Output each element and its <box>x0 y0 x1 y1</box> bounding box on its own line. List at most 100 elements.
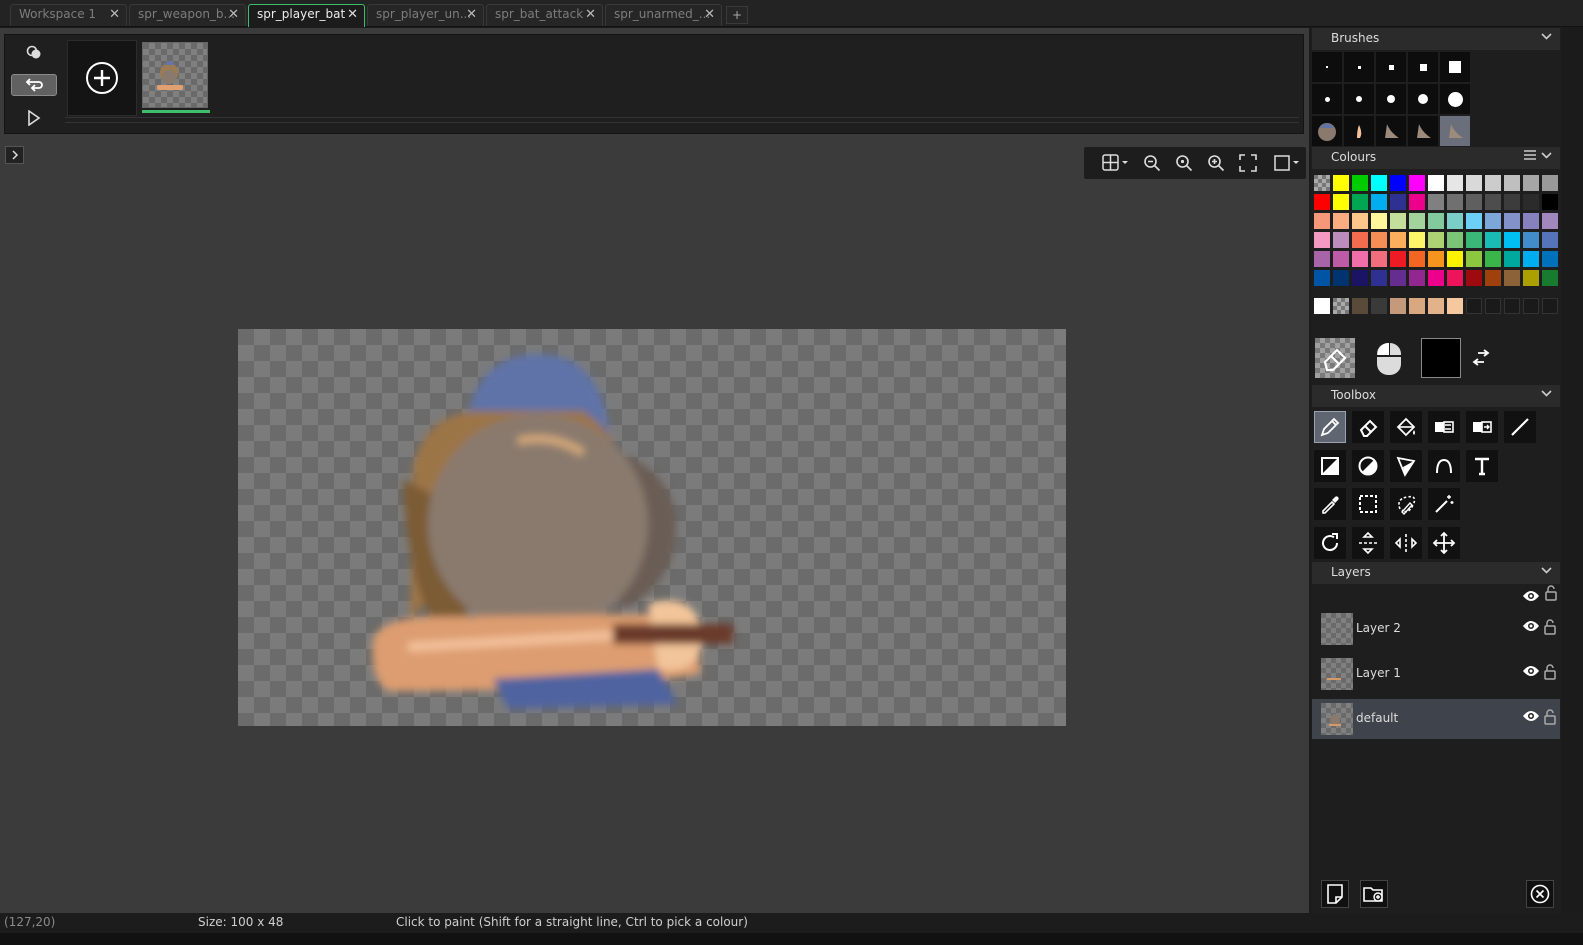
menu-icon[interactable] <box>1524 149 1536 163</box>
tab-spr-player-bat[interactable]: spr_player_bat ✕ <box>248 4 365 27</box>
custom-colour-swatch[interactable] <box>1485 298 1501 314</box>
close-icon[interactable]: ✕ <box>466 7 477 22</box>
zoom-out-button[interactable] <box>1140 153 1164 173</box>
eraser-tool[interactable] <box>1352 411 1384 443</box>
all-layers-lock[interactable] <box>1545 585 1557 605</box>
expand-panel-button[interactable] <box>5 146 24 164</box>
tab-spr-unarmed[interactable]: spr_unarmed_... ✕ <box>605 4 722 26</box>
rectangle-tool[interactable] <box>1314 450 1346 482</box>
colour-swatch[interactable] <box>1504 270 1520 286</box>
colour-swatch[interactable] <box>1409 232 1425 248</box>
zoom-reset-button[interactable] <box>1172 153 1196 173</box>
close-icon[interactable]: ✕ <box>109 7 120 22</box>
lock-icon[interactable] <box>1544 664 1556 683</box>
colour-swatch[interactable] <box>1428 232 1444 248</box>
chevron-down-icon[interactable] <box>1541 31 1552 44</box>
colour-swatch[interactable] <box>1466 213 1482 229</box>
brush-dot-4[interactable] <box>1408 52 1438 82</box>
colour-swatch[interactable] <box>1352 251 1368 267</box>
curve-tool[interactable] <box>1428 450 1460 482</box>
colour-swatch[interactable] <box>1371 232 1387 248</box>
colour-swatch[interactable] <box>1523 213 1539 229</box>
magic-wand-tool[interactable] <box>1428 488 1460 520</box>
loop-button[interactable] <box>11 74 57 96</box>
colour-swatch[interactable] <box>1333 251 1349 267</box>
colour-swatch[interactable] <box>1428 175 1444 191</box>
custom-colour-swatch[interactable] <box>1371 298 1387 314</box>
colour-swatch[interactable] <box>1485 213 1501 229</box>
colour-swatch[interactable] <box>1352 175 1368 191</box>
custom-colour-swatch[interactable] <box>1466 298 1482 314</box>
colour-swatch[interactable] <box>1542 251 1558 267</box>
colour-swatch[interactable] <box>1409 270 1425 286</box>
colour-swatch[interactable] <box>1447 213 1463 229</box>
fit-view-button[interactable] <box>1236 153 1260 173</box>
colour-swatch[interactable] <box>1466 232 1482 248</box>
foreground-colour-swatch[interactable] <box>1421 338 1461 378</box>
brushes-header[interactable]: Brushes <box>1312 28 1560 50</box>
close-icon[interactable]: ✕ <box>347 7 358 22</box>
colour-swatch[interactable] <box>1333 175 1349 191</box>
colour-swatch[interactable] <box>1504 175 1520 191</box>
flip-vertical-tool[interactable] <box>1352 527 1384 559</box>
colour-swatch[interactable] <box>1428 194 1444 210</box>
mouse-button-selector[interactable] <box>1373 342 1405 376</box>
line-tool[interactable] <box>1504 411 1536 443</box>
custom-colour-swatch[interactable] <box>1314 298 1330 314</box>
replace-colour-tool[interactable] <box>1428 411 1460 443</box>
brush-round-1[interactable] <box>1312 84 1342 114</box>
layer-row[interactable]: Layer 2 <box>1312 609 1560 649</box>
add-tab-button[interactable]: + <box>726 6 748 24</box>
layer-row[interactable]: Layer 1 <box>1312 654 1560 694</box>
custom-colour-swatch[interactable] <box>1333 298 1349 314</box>
colour-swatch[interactable] <box>1390 270 1406 286</box>
colour-swatch[interactable] <box>1447 194 1463 210</box>
rect-select-tool[interactable] <box>1352 488 1384 520</box>
brush-round-4[interactable] <box>1408 84 1438 114</box>
polygon-tool[interactable] <box>1390 450 1422 482</box>
swap-colour-tool[interactable] <box>1466 411 1498 443</box>
colour-swatch[interactable] <box>1409 251 1425 267</box>
eye-icon[interactable] <box>1522 620 1540 635</box>
colour-swatch[interactable] <box>1333 194 1349 210</box>
colour-swatch[interactable] <box>1447 270 1463 286</box>
close-icon[interactable]: ✕ <box>228 7 239 22</box>
custom-colour-swatch[interactable] <box>1409 298 1425 314</box>
colour-swatch[interactable] <box>1371 194 1387 210</box>
colour-swatch[interactable] <box>1390 251 1406 267</box>
chevron-down-icon[interactable] <box>1541 150 1552 163</box>
new-layer-folder-button[interactable] <box>1360 880 1388 908</box>
all-layers-visibility[interactable] <box>1522 587 1540 606</box>
new-layer-button[interactable] <box>1321 880 1349 908</box>
colour-swatch[interactable] <box>1542 194 1558 210</box>
colour-swatch[interactable] <box>1390 213 1406 229</box>
brush-custom-blade[interactable] <box>1344 116 1374 146</box>
add-frame-button[interactable] <box>67 40 137 116</box>
colour-swatch[interactable] <box>1314 194 1330 210</box>
colour-swatch[interactable] <box>1523 270 1539 286</box>
colour-swatch[interactable] <box>1371 213 1387 229</box>
colour-swatch[interactable] <box>1447 251 1463 267</box>
tab-spr-player-unarmed[interactable]: spr_player_un... ✕ <box>367 4 484 26</box>
brush-custom-shape-3[interactable] <box>1440 116 1470 146</box>
colour-swatch[interactable] <box>1428 213 1444 229</box>
brush-custom-sprite[interactable] <box>1312 116 1342 146</box>
colour-swatch[interactable] <box>1352 270 1368 286</box>
swap-colours-button[interactable] <box>1469 348 1493 368</box>
toolbox-header[interactable]: Toolbox <box>1312 385 1560 407</box>
brush-dot-2[interactable] <box>1344 52 1374 82</box>
text-tool[interactable] <box>1466 450 1498 482</box>
colour-swatch[interactable] <box>1409 175 1425 191</box>
colour-swatch[interactable] <box>1409 213 1425 229</box>
flip-horizontal-tool[interactable] <box>1390 527 1422 559</box>
colour-swatch[interactable] <box>1333 270 1349 286</box>
colour-swatch[interactable] <box>1485 270 1501 286</box>
colour-swatch[interactable] <box>1485 232 1501 248</box>
colour-swatch[interactable] <box>1485 175 1501 191</box>
colour-swatch[interactable] <box>1352 213 1368 229</box>
custom-colour-swatch[interactable] <box>1447 298 1463 314</box>
tab-workspace-1[interactable]: Workspace 1 ✕ <box>10 4 127 26</box>
brush-custom-shape-2[interactable] <box>1408 116 1438 146</box>
colour-swatch[interactable] <box>1542 213 1558 229</box>
grid-toggle-button[interactable] <box>1098 153 1132 173</box>
